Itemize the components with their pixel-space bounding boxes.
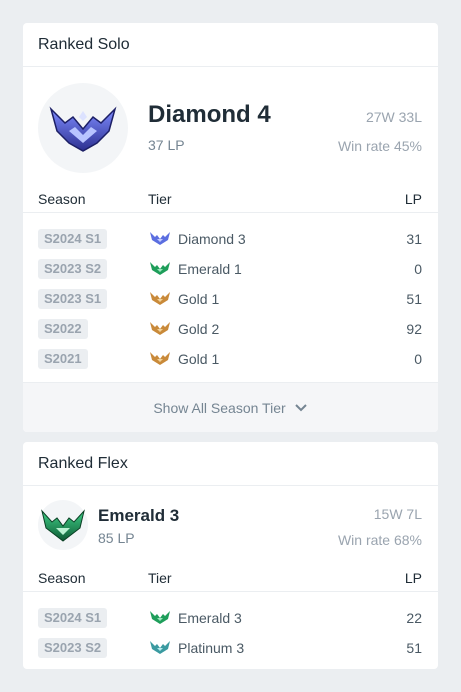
- table-row: S2024 S1 Diamond 3 31: [23, 223, 438, 253]
- ranked-flex-winrate: Win rate 68%: [337, 532, 422, 548]
- diamond-icon: [150, 232, 170, 245]
- lp-value: 92: [406, 321, 422, 337]
- show-all-season-tier-button[interactable]: Show All Season Tier: [23, 382, 438, 432]
- ranked-solo-tier: Diamond 4: [148, 101, 271, 128]
- season-badge: S2024 S1: [38, 229, 108, 249]
- lp-value: 0: [414, 261, 422, 277]
- ranked-flex-lp: 85 LP: [98, 530, 135, 546]
- ranked-solo-table-header: Season Tier LP: [23, 185, 438, 213]
- diamond-emblem-icon: [38, 83, 128, 173]
- show-all-label: Show All Season Tier: [153, 399, 286, 416]
- tier-label: Gold 2: [178, 321, 220, 337]
- ranked-solo-lp: 37 LP: [148, 137, 185, 153]
- ranked-flex-record: 15W 7L: [373, 506, 422, 522]
- lp-value: 31: [406, 231, 422, 247]
- ranked-solo-card: Ranked Solo Diamond 4 37 LP 27W 33L Win …: [23, 23, 438, 432]
- lp-column-header: LP: [404, 570, 422, 586]
- tier-label: Emerald 1: [178, 261, 242, 277]
- gold-icon: [150, 352, 170, 365]
- ranked-flex-summary: Emerald 3 85 LP 15W 7L Win rate 68%: [23, 486, 438, 564]
- tier-label: Platinum 3: [178, 640, 245, 656]
- lp-value: 22: [406, 610, 422, 626]
- emerald-emblem-icon: [38, 500, 88, 550]
- table-row: S2023 S2 Platinum 3 51: [23, 632, 438, 662]
- ranked-solo-summary: Diamond 4 37 LP 27W 33L Win rate 45%: [23, 67, 438, 193]
- lp-value: 51: [406, 640, 422, 656]
- ranked-flex-tier: Emerald 3: [98, 506, 180, 525]
- season-badge: S2023 S2: [38, 259, 108, 279]
- platinum-icon: [150, 641, 170, 654]
- season-badge: S2023 S1: [38, 289, 108, 309]
- tier-label: Diamond 3: [178, 231, 246, 247]
- emerald-icon: [150, 611, 170, 624]
- lp-value: 51: [406, 291, 422, 307]
- ranked-solo-winrate: Win rate 45%: [337, 138, 422, 154]
- season-badge: S2023 S2: [38, 638, 108, 658]
- lp-column-header: LP: [404, 191, 422, 207]
- ranked-flex-title: Ranked Flex: [23, 442, 438, 486]
- season-column-header: Season: [38, 570, 86, 586]
- gold-icon: [150, 322, 170, 335]
- ranked-flex-table-header: Season Tier LP: [23, 564, 438, 592]
- season-badge: S2021: [38, 349, 88, 369]
- season-column-header: Season: [38, 191, 86, 207]
- season-badge: S2024 S1: [38, 608, 108, 628]
- tier-label: Gold 1: [178, 351, 220, 367]
- tier-label: Gold 1: [178, 291, 220, 307]
- table-row: S2023 S2 Emerald 1 0: [23, 253, 438, 283]
- tier-column-header: Tier: [148, 191, 172, 207]
- table-row: S2024 S1 Emerald 3 22: [23, 602, 438, 632]
- tier-column-header: Tier: [148, 570, 172, 586]
- ranked-solo-title: Ranked Solo: [23, 23, 438, 67]
- ranked-flex-card: Ranked Flex Emerald 3 85 LP 15W 7L Win r…: [23, 442, 438, 669]
- table-row: S2022 Gold 2 92: [23, 313, 438, 343]
- emerald-icon: [150, 262, 170, 275]
- table-row: S2023 S1 Gold 1 51: [23, 283, 438, 313]
- table-row: S2021 Gold 1 0: [23, 343, 438, 373]
- tier-label: Emerald 3: [178, 610, 242, 626]
- ranked-solo-record: 27W 33L: [365, 109, 422, 125]
- lp-value: 0: [414, 351, 422, 367]
- season-badge: S2022: [38, 319, 88, 339]
- gold-icon: [150, 292, 170, 305]
- chevron-down-icon: [294, 403, 307, 411]
